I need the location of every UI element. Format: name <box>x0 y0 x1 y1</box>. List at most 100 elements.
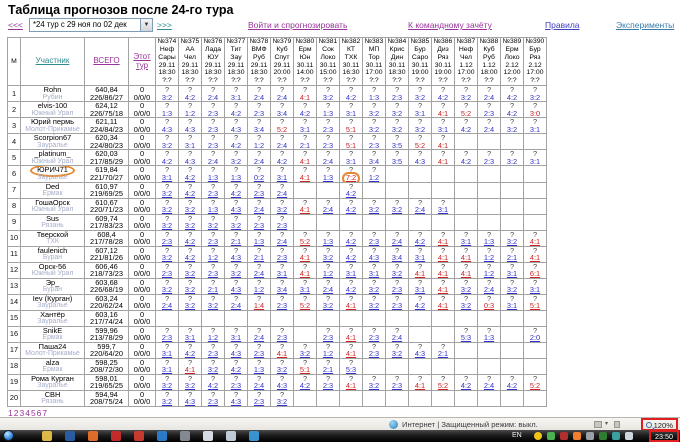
prediction-value[interactable]: 5:1 <box>300 365 310 373</box>
prediction-value[interactable]: 3:1 <box>300 125 310 132</box>
prediction-value[interactable]: 1:4 <box>254 301 264 309</box>
prediction-value[interactable]: 3:1 <box>162 365 172 373</box>
prediction-value[interactable]: 2:4 <box>392 333 402 341</box>
prediction-value[interactable]: 4:1 <box>438 253 448 261</box>
prediction-value[interactable]: 1:2 <box>369 173 379 182</box>
prediction-value[interactable]: 4:3 <box>231 397 241 405</box>
prediction-value[interactable]: 5:3 <box>346 365 356 373</box>
notepad-icon[interactable] <box>203 431 213 441</box>
prediction-value[interactable]: 3:1 <box>438 205 448 213</box>
prediction-value[interactable]: 2:4 <box>162 301 172 309</box>
prediction-value[interactable]: 2:3 <box>369 237 379 245</box>
prediction-value[interactable]: 4:3 <box>185 125 195 132</box>
prediction-value[interactable]: 1:3 <box>231 173 241 182</box>
login-and-forecast-link[interactable]: Войти и спрогнозировать <box>248 20 347 30</box>
prediction-value[interactable]: 6:1 <box>530 269 540 277</box>
prediction-value[interactable]: 4:2 <box>346 253 356 261</box>
prediction-value[interactable]: 4:2 <box>185 237 195 245</box>
prediction-value[interactable]: 2:3 <box>208 109 218 116</box>
prediction-value[interactable]: 4:3 <box>231 349 241 357</box>
prediction-value[interactable]: 2:3 <box>208 269 218 277</box>
prediction-value[interactable]: 3:2 <box>530 93 540 100</box>
prediction-value[interactable]: 2:1 <box>323 365 333 373</box>
folder-icon[interactable] <box>42 431 52 441</box>
flame-icon[interactable] <box>573 432 581 440</box>
prediction-value[interactable]: 1:3 <box>484 333 494 341</box>
prediction-value[interactable]: 3:1 <box>415 253 425 261</box>
prediction-value[interactable]: 3:2 <box>162 189 172 197</box>
prediction-value[interactable]: 1:3 <box>208 205 218 213</box>
prediction-value[interactable]: 4:3 <box>162 125 172 132</box>
prediction-value[interactable]: 3:2 <box>323 253 333 261</box>
prediction-value[interactable]: 3:2 <box>277 205 287 213</box>
prediction-value[interactable]: 2:3 <box>162 333 172 341</box>
red-x-app-icon[interactable] <box>134 431 144 441</box>
prediction-value[interactable]: 1:2 <box>208 333 218 341</box>
prediction-value[interactable]: 4:2 <box>415 301 425 309</box>
prediction-value[interactable]: 4:1 <box>461 269 471 277</box>
prediction-value[interactable]: 3:1 <box>438 125 448 132</box>
prediction-value[interactable]: 2:4 <box>254 157 264 164</box>
prediction-value[interactable]: 2:4 <box>254 381 264 389</box>
prediction-value[interactable]: 3:2 <box>392 349 402 357</box>
prediction-value[interactable]: 5:2 <box>461 109 471 116</box>
smiley-icon[interactable] <box>534 432 542 440</box>
prediction-value[interactable]: 2:4 <box>254 333 264 341</box>
prediction-value[interactable]: 3:1 <box>530 125 540 132</box>
prediction-value[interactable]: 1:3 <box>323 237 333 245</box>
prediction-value[interactable]: 3:2 <box>369 301 379 309</box>
prediction-value[interactable]: 2:4 <box>323 205 333 213</box>
experiments-link[interactable]: Эксперименты <box>616 20 674 30</box>
prediction-value[interactable]: 2:3 <box>277 221 287 229</box>
prediction-value[interactable]: 1:2 <box>254 141 264 148</box>
prediction-value[interactable]: 2:3 <box>277 301 287 309</box>
prediction-value[interactable]: 2:3 <box>162 269 172 277</box>
prediction-value[interactable]: 4:1 <box>346 381 356 389</box>
prediction-value[interactable]: 4:1 <box>438 157 448 164</box>
prediction-value[interactable]: 1:3 <box>162 109 172 116</box>
prediction-value[interactable]: 3:2 <box>162 141 172 148</box>
shield-icon[interactable] <box>560 432 568 440</box>
firefox-icon[interactable] <box>88 431 98 441</box>
prediction-value[interactable]: 4:3 <box>185 157 195 164</box>
prediction-value[interactable]: 4:1 <box>346 349 356 357</box>
prediction-value[interactable]: 4:3 <box>277 381 287 389</box>
prediction-value[interactable]: 1:3 <box>254 237 264 245</box>
prediction-value[interactable]: 0:3 <box>484 301 494 309</box>
prediction-value[interactable]: 4:3 <box>415 157 425 164</box>
prediction-value[interactable]: 3:2 <box>392 205 402 213</box>
prediction-value[interactable]: 4:1 <box>300 269 310 277</box>
prediction-value[interactable]: 1:3 <box>254 365 264 373</box>
prediction-value[interactable]: 3:2 <box>369 125 379 132</box>
prediction-value[interactable]: 2:1 <box>231 237 241 245</box>
prediction-value[interactable]: 2:3 <box>208 237 218 245</box>
prediction-value[interactable]: 4:1 <box>346 301 356 309</box>
prediction-value[interactable]: 2:3 <box>277 253 287 261</box>
prediction-value[interactable]: 2:4 <box>484 93 494 100</box>
prediction-value[interactable]: 4:2 <box>461 157 471 164</box>
prediction-value[interactable]: 2:3 <box>277 333 287 341</box>
prediction-value[interactable]: 4:2 <box>185 173 195 182</box>
team-standings-link[interactable]: К командному зачёту <box>408 20 492 30</box>
prediction-value[interactable]: 3:2 <box>369 285 379 293</box>
prediction-value[interactable]: 3:1 <box>300 285 310 293</box>
prediction-value[interactable]: 3:1 <box>346 109 356 116</box>
prediction-value[interactable]: 1:2 <box>254 285 264 293</box>
prediction-value[interactable]: 3:2 <box>208 221 218 229</box>
prediction-value[interactable]: 3:5 <box>392 141 402 148</box>
prediction-value[interactable]: 4:1 <box>300 253 310 261</box>
prediction-value[interactable]: 2:3 <box>254 397 264 405</box>
prediction-value[interactable]: 5:2 <box>438 381 448 389</box>
prediction-value[interactable]: 3:2 <box>162 205 172 213</box>
prediction-value[interactable]: 2:3 <box>323 125 333 132</box>
prediction-value[interactable]: 3:2 <box>369 109 379 116</box>
prediction-value[interactable]: 4:3 <box>231 125 241 132</box>
prediction-value[interactable]: 4:1 <box>438 109 448 116</box>
prediction-value[interactable]: 3:2 <box>185 205 195 213</box>
prediction-value[interactable]: 4:2 <box>507 109 517 116</box>
prediction-value[interactable]: 2:4 <box>484 125 494 132</box>
prediction-value[interactable]: 7:2 <box>346 173 356 182</box>
prediction-value[interactable]: 2:4 <box>392 237 402 245</box>
prediction-value[interactable]: 2:1 <box>438 349 448 357</box>
prediction-value[interactable]: 2:3 <box>254 221 264 229</box>
